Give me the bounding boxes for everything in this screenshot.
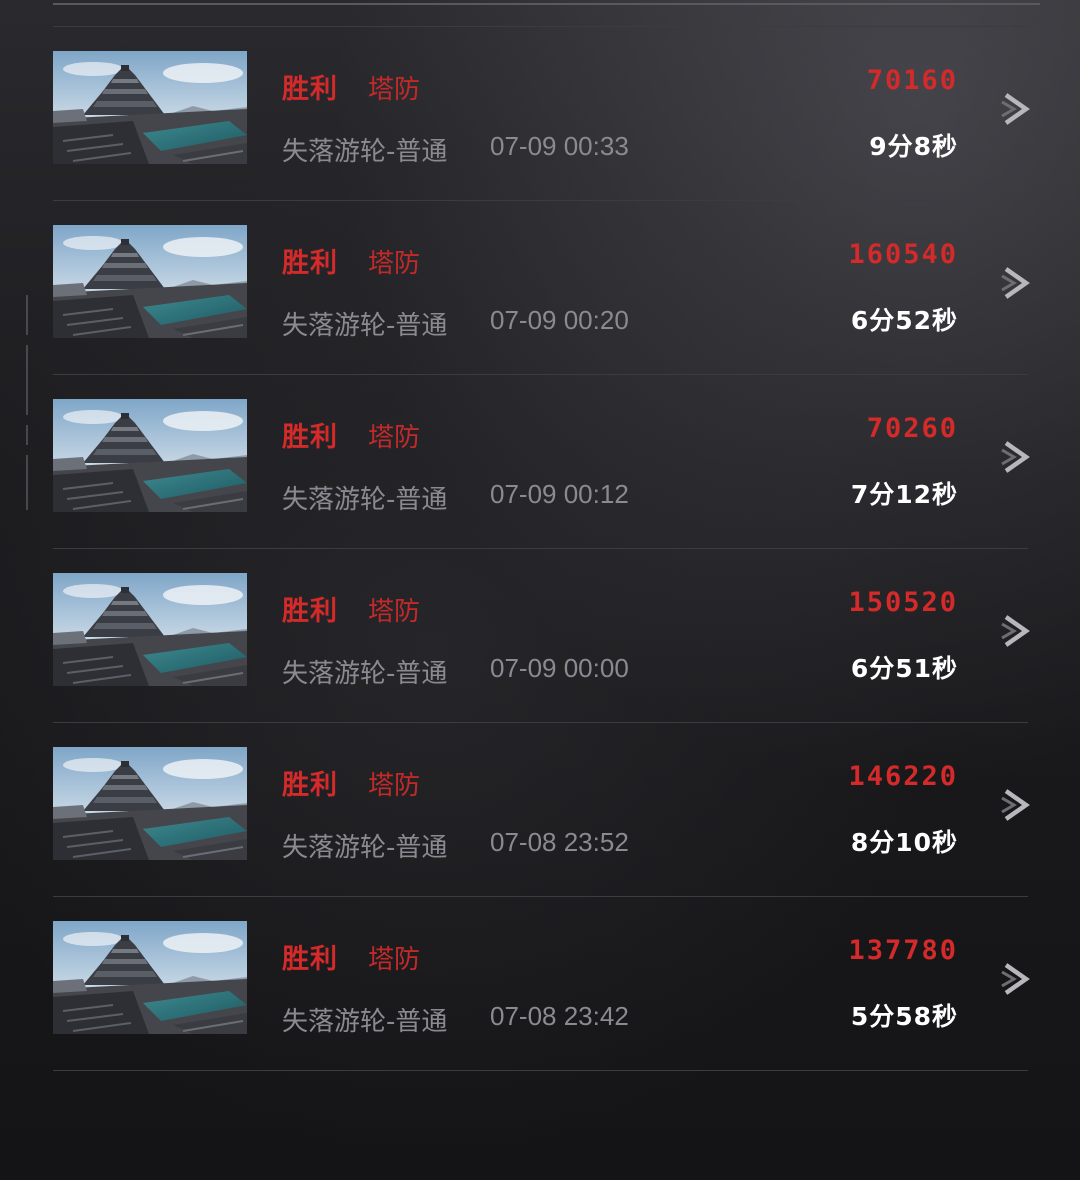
map-thumbnail xyxy=(53,573,247,686)
match-time: 07-09 00:20 xyxy=(490,305,629,335)
map-thumbnail xyxy=(53,921,247,1034)
match-result: 胜利 xyxy=(282,422,338,453)
match-record-row-2[interactable]: 胜利 塔防 失落游轮-普通 07-09 00:33 70160 9分8秒 xyxy=(0,27,1080,201)
match-time: 07-09 00:00 xyxy=(490,653,629,683)
match-score: 70160 xyxy=(866,65,958,96)
row-divider xyxy=(53,1070,1028,1071)
game-mode: 塔防 xyxy=(368,423,421,453)
match-score: 150520 xyxy=(848,587,958,618)
match-result: 胜利 xyxy=(282,770,338,801)
match-record-row-7[interactable]: 胜利 塔防 失落游轮-普通 07-08 23:42 137780 5分58秒 xyxy=(0,897,1080,1071)
match-duration: 7分12秒 xyxy=(850,480,958,509)
match-score: 137780 xyxy=(848,935,958,966)
game-mode: 塔防 xyxy=(368,75,421,105)
map-name: 失落游轮-普通 xyxy=(282,137,448,167)
match-history-screen: 胜利 塔防 失落游轮-普通 07-09 00:45 97820 9分9秒 xyxy=(0,0,1080,1180)
match-duration: 8分10秒 xyxy=(850,828,958,857)
match-result: 胜利 xyxy=(282,596,338,627)
match-record-list: 胜利 塔防 失落游轮-普通 07-09 00:45 97820 9分9秒 xyxy=(0,0,1080,1071)
map-thumbnail xyxy=(53,747,247,860)
chevron-right-icon[interactable] xyxy=(1000,614,1034,648)
match-duration: 9分8秒 xyxy=(869,132,958,161)
match-score: 70260 xyxy=(866,413,958,444)
chevron-right-icon[interactable] xyxy=(1000,266,1034,300)
match-score: 160540 xyxy=(848,239,958,270)
game-mode: 塔防 xyxy=(368,771,421,801)
map-thumbnail xyxy=(53,51,247,164)
map-name: 失落游轮-普通 xyxy=(282,311,448,341)
chevron-right-icon[interactable] xyxy=(1000,788,1034,822)
match-record-row-1[interactable]: 胜利 塔防 失落游轮-普通 07-09 00:45 97820 9分9秒 xyxy=(0,0,1080,27)
match-time: 07-08 23:52 xyxy=(490,827,629,857)
chevron-right-icon[interactable] xyxy=(1000,962,1034,996)
game-mode: 塔防 xyxy=(368,249,421,279)
match-result: 胜利 xyxy=(282,944,338,975)
match-time: 07-09 00:12 xyxy=(490,479,629,509)
match-duration: 6分51秒 xyxy=(850,654,958,683)
match-record-row-6[interactable]: 胜利 塔防 失落游轮-普通 07-08 23:52 146220 8分10秒 xyxy=(0,723,1080,897)
match-record-row-5[interactable]: 胜利 塔防 失落游轮-普通 07-09 00:00 150520 6分51秒 xyxy=(0,549,1080,723)
map-thumbnail xyxy=(53,225,247,338)
game-mode: 塔防 xyxy=(368,597,421,627)
match-record-row-3[interactable]: 胜利 塔防 失落游轮-普通 07-09 00:20 160540 6分52秒 xyxy=(0,201,1080,375)
map-name: 失落游轮-普通 xyxy=(282,485,448,515)
match-result: 胜利 xyxy=(282,74,338,105)
chevron-right-icon[interactable] xyxy=(1000,440,1034,474)
match-score: 146220 xyxy=(848,761,958,792)
match-duration: 5分58秒 xyxy=(850,1002,958,1031)
match-duration: 6分52秒 xyxy=(850,306,958,335)
game-mode: 塔防 xyxy=(368,945,421,975)
match-record-row-4[interactable]: 胜利 塔防 失落游轮-普通 07-09 00:12 70260 7分12秒 xyxy=(0,375,1080,549)
map-name: 失落游轮-普通 xyxy=(282,833,448,863)
map-thumbnail xyxy=(53,399,247,512)
match-time: 07-09 00:33 xyxy=(490,131,629,161)
match-result: 胜利 xyxy=(282,248,338,279)
match-time: 07-08 23:42 xyxy=(490,1001,629,1031)
chevron-right-icon[interactable] xyxy=(1000,92,1034,126)
map-name: 失落游轮-普通 xyxy=(282,1007,448,1037)
map-name: 失落游轮-普通 xyxy=(282,659,448,689)
